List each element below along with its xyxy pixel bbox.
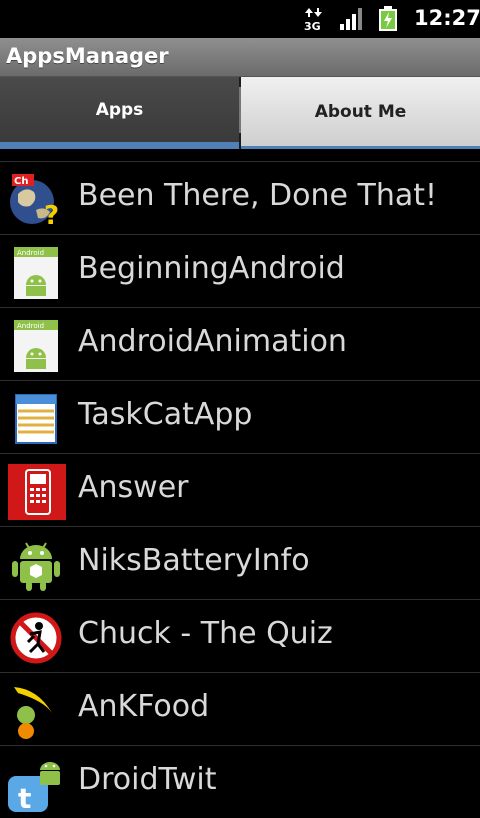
network-3g-icon: 3G	[304, 8, 322, 32]
battery-charging-icon	[379, 6, 397, 31]
tab-about-me[interactable]: About Me	[241, 77, 480, 149]
app-name: AnKFood	[78, 689, 210, 724]
list-item[interactable]: Chuck - The Quiz	[0, 599, 480, 672]
list-item[interactable]: Ch ? Been There, Done That!	[0, 161, 480, 234]
app-name: Been There, Done That!	[78, 178, 438, 213]
title-bar: AppsManager	[0, 38, 480, 77]
fruit-icon	[14, 687, 52, 739]
app-name: NiksBatteryInfo	[78, 543, 310, 578]
list-item[interactable]: AnKFood	[0, 672, 480, 745]
signal-icon	[340, 8, 362, 30]
globe-question-icon: Ch ?	[10, 174, 59, 228]
tab-about-me-label: About Me	[314, 101, 407, 122]
svg-text:t: t	[18, 782, 31, 812]
tab-apps-label: Apps	[95, 99, 144, 120]
list-item[interactable]: Android AndroidAnimation	[0, 307, 480, 380]
app-list[interactable]: Ch ? Been There, Done That! Android Begi…	[0, 161, 480, 818]
app-name: BeginningAndroid	[78, 251, 345, 286]
svg-text:Android: Android	[17, 249, 44, 257]
app-name: DroidTwit	[78, 762, 217, 797]
list-item[interactable]: NiksBatteryInfo	[0, 526, 480, 599]
app-name: Answer	[78, 470, 189, 505]
status-clock: 12:27	[414, 6, 480, 30]
svg-text:Ch: Ch	[14, 176, 28, 187]
android-robot-icon	[12, 542, 60, 591]
tab-apps[interactable]: Apps	[0, 77, 239, 149]
list-item[interactable]: t DroidTwit	[0, 745, 480, 818]
phone-icon	[8, 464, 66, 520]
tab-bar: Apps About Me	[0, 77, 480, 149]
svg-text:Android: Android	[17, 322, 44, 330]
list-item[interactable]: Answer	[0, 453, 480, 526]
list-item[interactable]: Android BeginningAndroid	[0, 234, 480, 307]
status-bar: 3G 12:27	[0, 0, 480, 38]
app-title: AppsManager	[6, 44, 169, 68]
no-running-icon	[10, 612, 62, 664]
app-name: AndroidAnimation	[78, 324, 347, 359]
app-name: Chuck - The Quiz	[78, 616, 333, 651]
twitter-bird-icon: t	[8, 762, 60, 812]
svg-text:3G: 3G	[304, 20, 321, 32]
list-item[interactable]: TaskCatApp	[0, 380, 480, 453]
android-default-icon: Android	[14, 247, 58, 299]
app-name: TaskCatApp	[78, 397, 253, 432]
android-default-icon: Android	[14, 320, 58, 372]
svg-text:?: ?	[44, 201, 59, 228]
task-list-icon	[15, 394, 57, 444]
